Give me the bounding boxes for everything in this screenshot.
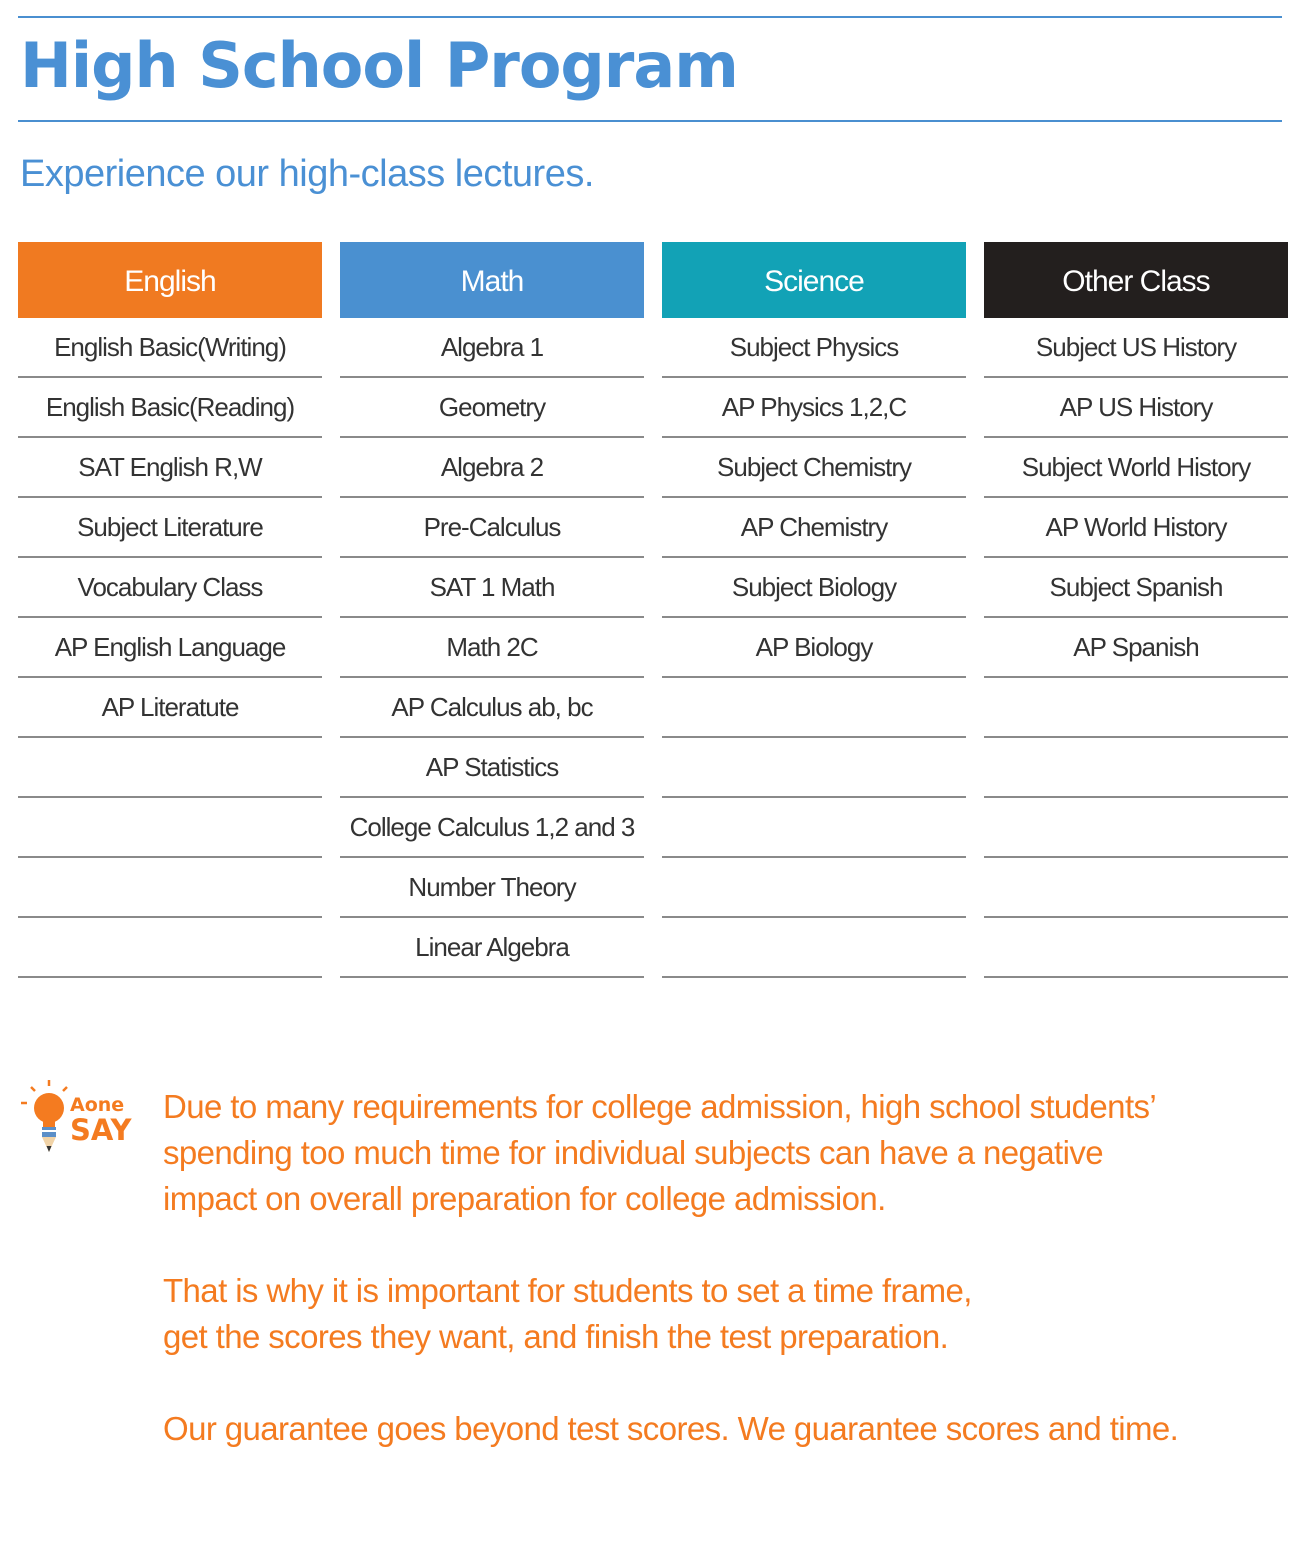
course-cell [984,738,1288,798]
column-header-other-class: Other Class [984,242,1288,318]
column-other-class: Other Class Subject US History AP US His… [984,242,1288,978]
course-cell: Subject US History [984,318,1288,378]
top-rule [18,16,1282,18]
course-cell: AP US History [984,378,1288,438]
column-math: Math Algebra 1 Geometry Algebra 2 Pre-Ca… [340,242,644,978]
course-cell: AP Chemistry [662,498,966,558]
course-cell [662,918,966,978]
course-cell: AP Biology [662,618,966,678]
course-cell: Subject Physics [662,318,966,378]
course-cell: College Calculus 1,2 and 3 [340,798,644,858]
say-paragraph-1: Due to many requirements for college adm… [163,1084,1273,1222]
say-line: Due to many requirements for college adm… [163,1088,1157,1125]
say-paragraph-2: That is why it is important for students… [163,1268,1273,1360]
course-cell: Vocabulary Class [18,558,322,618]
course-cell [18,798,322,858]
course-cell: Number Theory [340,858,644,918]
course-cell: AP Literatute [18,678,322,738]
course-cell: AP Spanish [984,618,1288,678]
column-header-math: Math [340,242,644,318]
course-cell: AP English Language [18,618,322,678]
aone-say-message: Due to many requirements for college adm… [163,1084,1273,1452]
course-cell: Subject Literature [18,498,322,558]
course-cell: AP Statistics [340,738,644,798]
page-title: High School Program [20,29,739,102]
course-cell [18,918,322,978]
course-cell [18,738,322,798]
course-cell: Math 2C [340,618,644,678]
column-header-english: English [18,242,322,318]
say-line: spending too much time for individual su… [163,1134,1104,1171]
course-cell: Subject Spanish [984,558,1288,618]
course-cell: Pre-Calculus [340,498,644,558]
course-cell [984,918,1288,978]
say-line: get the scores they want, and finish the… [163,1318,949,1355]
course-cell: Algebra 2 [340,438,644,498]
column-header-science: Science [662,242,966,318]
course-cell: Subject Biology [662,558,966,618]
course-cell [662,798,966,858]
column-science: Science Subject Physics AP Physics 1,2,C… [662,242,966,978]
course-cell: Subject World History [984,438,1288,498]
course-cell: AP Physics 1,2,C [662,378,966,438]
course-cell [984,798,1288,858]
course-cell: English Basic(Writing) [18,318,322,378]
say-line: impact on overall preparation for colleg… [163,1180,886,1217]
lightbulb-pencil-icon [21,1080,68,1152]
course-cell [984,678,1288,738]
course-cell [662,738,966,798]
course-cell [18,858,322,918]
course-cell: AP World History [984,498,1288,558]
course-cell: SAT 1 Math [340,558,644,618]
course-cell: Subject Chemistry [662,438,966,498]
page-subtitle: Experience our high-class lectures. [20,153,594,195]
course-cell: Linear Algebra [340,918,644,978]
say-paragraph-3: Our guarantee goes beyond test scores. W… [163,1406,1273,1452]
course-cell: AP Calculus ab, bc [340,678,644,738]
course-cell: English Basic(Reading) [18,378,322,438]
course-cell: Algebra 1 [340,318,644,378]
course-cell [662,678,966,738]
aone-say-logo: Aone SAY [21,1080,133,1152]
course-cell: SAT English R,W [18,438,322,498]
course-cell: Geometry [340,378,644,438]
say-line: That is why it is important for students… [163,1272,972,1309]
logo-word-say: SAY [70,1113,133,1147]
say-line: Our guarantee goes beyond test scores. W… [163,1410,1179,1447]
title-underline [18,120,1282,122]
course-cell [984,858,1288,918]
column-english: English English Basic(Writing) English B… [18,242,322,978]
course-cell [662,858,966,918]
